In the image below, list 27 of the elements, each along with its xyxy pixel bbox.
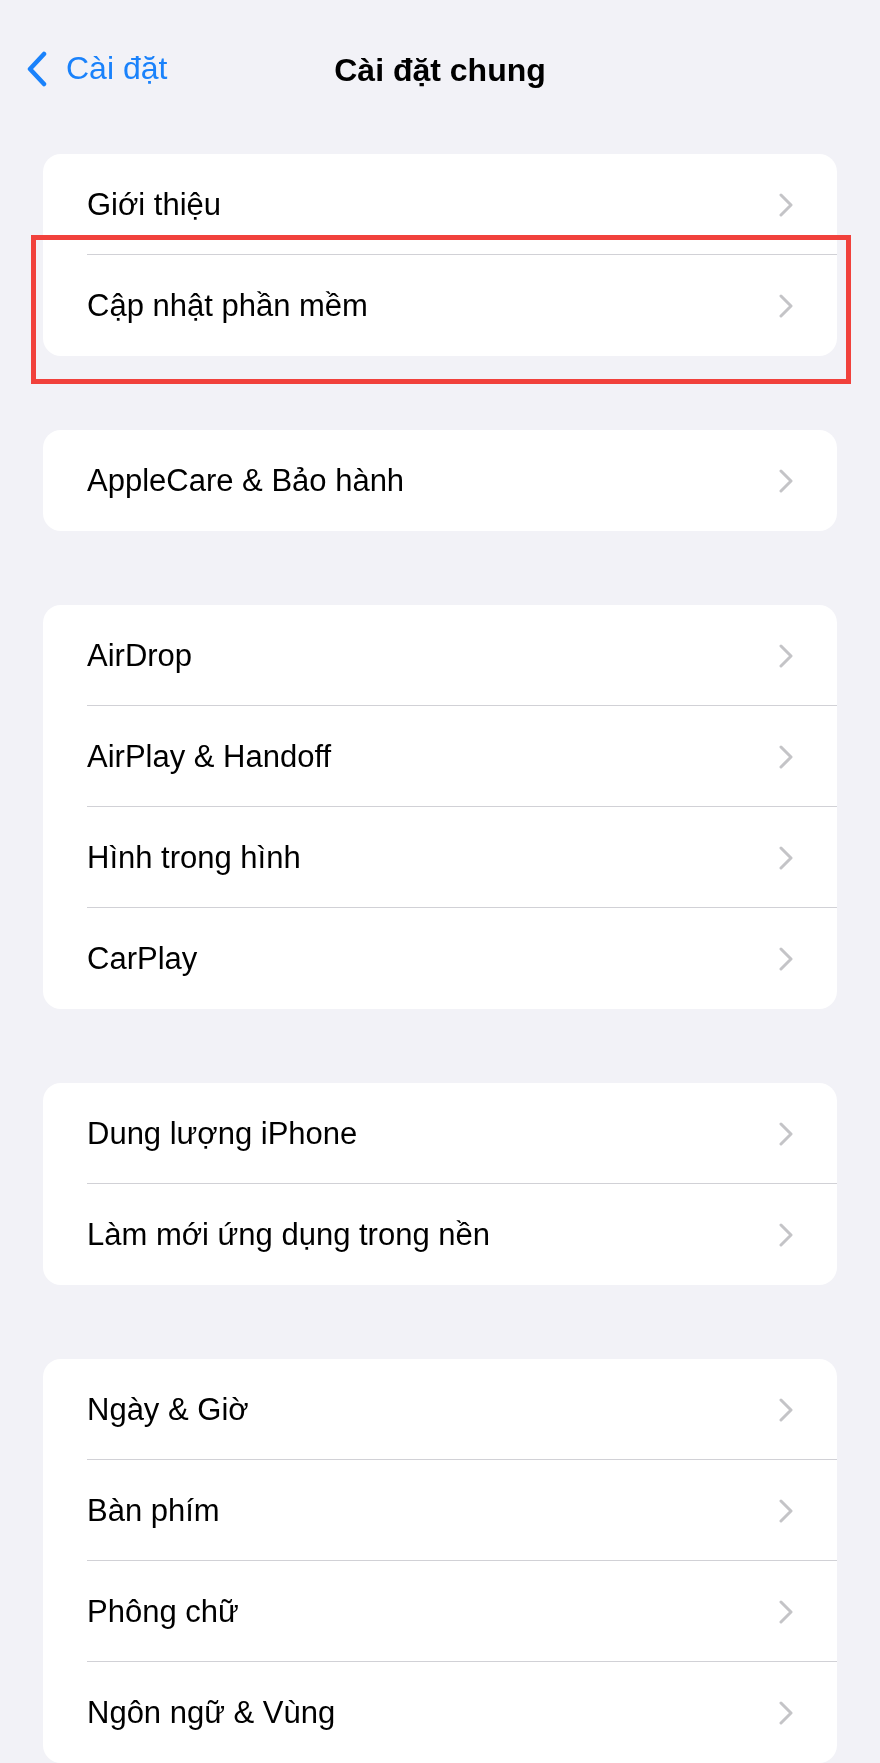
chevron-right-icon <box>779 468 793 493</box>
chevron-right-icon <box>779 845 793 870</box>
page-title: Cài đặt chung <box>334 52 546 89</box>
chevron-right-icon <box>779 1121 793 1146</box>
chevron-left-icon <box>26 50 48 87</box>
settings-row[interactable]: Bàn phím <box>43 1460 837 1561</box>
chevron-right-icon <box>779 1397 793 1422</box>
settings-row[interactable]: CarPlay <box>43 908 837 1009</box>
chevron-right-icon <box>779 1498 793 1523</box>
settings-row[interactable]: Hình trong hình <box>43 807 837 908</box>
settings-row[interactable]: Phông chữ <box>43 1561 837 1662</box>
settings-row[interactable]: AirDrop <box>43 605 837 706</box>
settings-row[interactable]: Ngôn ngữ & Vùng <box>43 1662 837 1763</box>
chevron-right-icon <box>779 293 793 318</box>
chevron-right-icon <box>779 1222 793 1247</box>
settings-row[interactable]: Cập nhật phần mềm <box>31 235 851 384</box>
chevron-right-icon <box>779 192 793 217</box>
settings-row[interactable]: Làm mới ứng dụng trong nền <box>43 1184 837 1285</box>
settings-row[interactable]: AppleCare & Bảo hành <box>43 430 837 531</box>
settings-row[interactable]: Dung lượng iPhone <box>43 1083 837 1184</box>
settings-row[interactable]: Ngày & Giờ <box>43 1359 837 1460</box>
chevron-right-icon <box>779 1599 793 1624</box>
chevron-right-icon <box>779 744 793 769</box>
chevron-right-icon <box>779 946 793 971</box>
settings-row[interactable]: AirPlay & Handoff <box>43 706 837 807</box>
chevron-right-icon <box>779 1700 793 1725</box>
chevron-right-icon <box>779 643 793 668</box>
